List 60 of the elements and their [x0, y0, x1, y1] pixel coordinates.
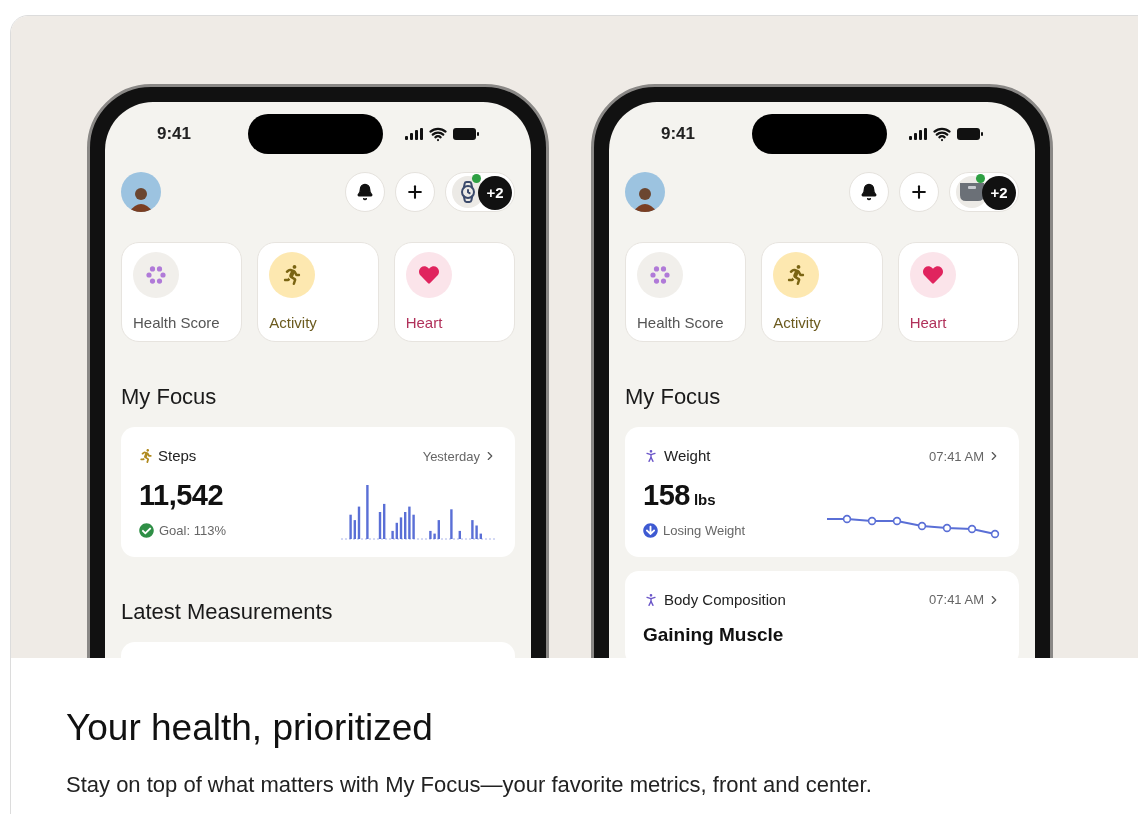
focus-card[interactable]: Weight 07:41 AM 158 lbs Losing Weight — [625, 427, 1019, 557]
notifications-button[interactable] — [849, 172, 889, 212]
focus-card[interactable]: Steps Yesterday 11,542 Goal: 113% — [121, 427, 515, 557]
person-icon — [643, 591, 659, 608]
add-button[interactable] — [395, 172, 435, 212]
status-time: 9:41 — [661, 123, 696, 146]
add-button[interactable] — [899, 172, 939, 212]
card-value: 158 — [643, 477, 690, 513]
runner-icon — [786, 265, 807, 285]
person-icon — [643, 448, 659, 465]
card-title: Steps — [158, 446, 197, 466]
section-title: Latest Measurements — [120, 597, 334, 626]
device-count-badge: +2 — [478, 176, 512, 210]
card-title: Body Composition — [664, 589, 786, 610]
category-tile[interactable]: Health Score — [121, 242, 243, 342]
check-icon — [139, 523, 154, 539]
category-tile[interactable]: Health Score — [625, 242, 747, 342]
avatar[interactable] — [625, 172, 665, 212]
signal-icon — [405, 128, 423, 140]
card-value: Gaining Muscle — [643, 623, 785, 647]
description: Stay on top of what matters with My Focus—your favorite metrics, front and center. — [66, 770, 873, 799]
card-value: 11,542 — [139, 477, 224, 513]
battery-icon — [957, 128, 983, 140]
headline: Your health, prioritized — [66, 706, 434, 750]
card-time: 07:41 AM — [929, 591, 984, 609]
category-tile[interactable]: Heart — [897, 242, 1019, 342]
section-title: My Focus — [120, 383, 218, 411]
plus-icon — [909, 182, 929, 202]
runner-icon — [282, 265, 303, 285]
category-tile[interactable]: Heart — [393, 242, 515, 342]
notifications-button[interactable] — [345, 172, 385, 212]
avatar[interactable] — [121, 172, 161, 212]
down-arrow-icon — [643, 523, 658, 539]
card-title: Weight — [664, 446, 711, 466]
scale-icon — [958, 181, 986, 203]
card-time: 07:41 AM — [929, 447, 984, 466]
dots-ring-icon — [146, 265, 166, 285]
devices-button[interactable]: +2 — [949, 172, 1019, 212]
category-tile[interactable]: Activity — [761, 242, 883, 342]
card-status: Losing Weight — [663, 522, 746, 540]
wifi-icon — [429, 125, 447, 143]
section-title: My Focus — [624, 383, 722, 411]
bell-icon — [356, 183, 374, 201]
device-count-badge: +2 — [982, 176, 1016, 210]
wifi-icon — [933, 125, 951, 143]
devices-button[interactable]: +2 — [445, 172, 515, 212]
heart-icon — [418, 265, 439, 285]
card-unit: lbs — [693, 489, 716, 510]
bell-icon — [860, 183, 878, 201]
focus-card[interactable]: Body Composition 07:41 AM Gaining Muscle — [625, 570, 1019, 658]
heart-icon — [922, 265, 943, 285]
card-status: Goal: 113% — [159, 522, 226, 540]
plus-icon — [405, 182, 425, 202]
battery-icon — [453, 128, 479, 140]
signal-icon — [909, 128, 927, 140]
status-time: 9:41 — [157, 123, 192, 146]
runner-icon — [139, 449, 153, 464]
card-time: Yesterday — [422, 447, 480, 466]
dots-ring-icon — [650, 265, 670, 285]
category-tile[interactable]: Activity — [257, 242, 379, 342]
